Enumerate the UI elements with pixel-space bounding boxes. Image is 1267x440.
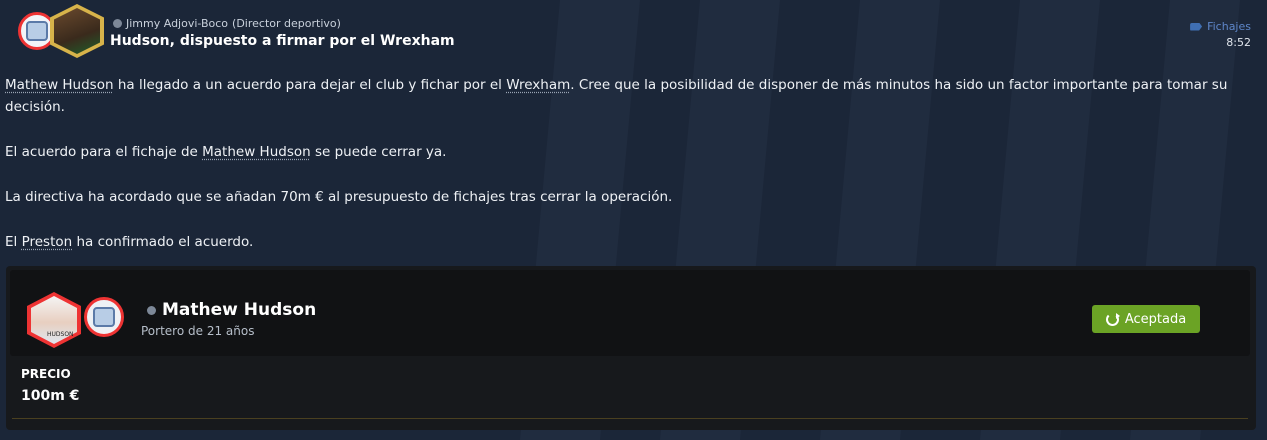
- divider: [12, 418, 1248, 419]
- player-link[interactable]: Mathew Hudson: [5, 77, 114, 93]
- sender-role: (Director deportivo): [232, 17, 341, 30]
- refresh-icon: [1105, 312, 1120, 326]
- player-club-badge[interactable]: [84, 297, 124, 337]
- paragraph-3: La directiva ha acordado que se añadan 7…: [5, 189, 673, 205]
- club-link[interactable]: Wrexham: [506, 77, 570, 93]
- status-label: Aceptada: [1124, 311, 1187, 327]
- message-body: Mathew Hudson ha llegado a un acuerdo pa…: [5, 74, 1245, 276]
- sender-photo[interactable]: [50, 4, 104, 58]
- player-name[interactable]: Mathew Hudson: [162, 300, 316, 320]
- sender-line: Jimmy Adjovi-Boco (Director deportivo): [113, 17, 341, 30]
- player-photo-caption: HUDSON: [47, 331, 74, 338]
- price-label: PRECIO: [21, 367, 71, 381]
- person-icon: [113, 19, 122, 28]
- paragraph-1: Mathew Hudson ha llegado a un acuerdo pa…: [5, 77, 1228, 115]
- tag-icon: [1190, 22, 1203, 31]
- price-value: 100m €: [21, 388, 80, 404]
- player-photo[interactable]: HUDSON: [27, 292, 81, 348]
- paragraph-4: El Preston ha confirmado el acuerdo.: [5, 234, 254, 250]
- transfer-card: HUDSON Mathew Hudson Portero de 21 años …: [6, 266, 1256, 430]
- category-text: Fichajes: [1207, 20, 1251, 33]
- message-header: Jimmy Adjovi-Boco (Director deportivo) H…: [0, 0, 1267, 62]
- player-description: Portero de 21 años: [141, 324, 255, 338]
- person-icon: [147, 305, 156, 315]
- club-link[interactable]: Preston: [22, 234, 73, 250]
- message-title: Hudson, dispuesto a firmar por el Wrexha…: [110, 33, 455, 49]
- message-time: 8:52: [1226, 36, 1251, 49]
- player-link[interactable]: Mathew Hudson: [202, 144, 311, 160]
- paragraph-2: El acuerdo para el fichaje de Mathew Hud…: [5, 144, 447, 160]
- player-name-row: Mathew Hudson: [147, 300, 316, 320]
- category-label[interactable]: Fichajes: [1190, 20, 1251, 33]
- sender-name[interactable]: Jimmy Adjovi-Boco: [126, 17, 228, 30]
- accepted-status-button[interactable]: Aceptada: [1092, 305, 1200, 333]
- player-summary: HUDSON Mathew Hudson Portero de 21 años …: [10, 270, 1250, 356]
